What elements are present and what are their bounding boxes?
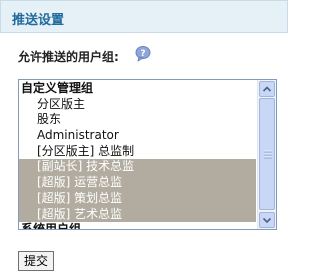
option-group-label: 自定义管理组	[21, 81, 94, 95]
listbox-option[interactable]: 股东	[19, 112, 256, 128]
listbox-option[interactable]: 分区版主	[19, 97, 256, 113]
submit-button[interactable]: 提交	[18, 251, 54, 271]
scroll-thumb[interactable]	[259, 98, 275, 210]
chevron-down-icon	[262, 217, 272, 224]
settings-header: 推送设置	[0, 0, 288, 33]
listbox-option[interactable]: [分区版主] 总监制	[19, 144, 256, 160]
usergroup-field-label: 允许推送的用户组:	[18, 50, 119, 64]
listbox-option[interactable]: [超版] 策划总监	[19, 190, 256, 207]
listbox-option[interactable]: Administrator	[19, 128, 256, 144]
usergroup-options: 自定义管理组分区版主 股东 Administrator [分区版主] 总监制 [副站长]…	[19, 81, 256, 230]
scroll-grip-icon	[264, 150, 272, 159]
listbox-option[interactable]: [超版] 运营总监	[19, 175, 256, 191]
settings-title: 推送设置	[12, 13, 65, 28]
help-bubble-icon[interactable]: ?	[133, 45, 153, 62]
option-group-label: 系统用户组	[21, 222, 82, 230]
scroll-up-button[interactable]	[259, 81, 275, 97]
listbox-option[interactable]: [副站长] 技术总监	[19, 159, 256, 176]
listbox-scrollbar[interactable]	[257, 80, 276, 229]
listbox-option[interactable]: [超版] 艺术总监	[19, 206, 256, 223]
scroll-down-button[interactable]	[259, 212, 275, 228]
chevron-up-icon	[262, 86, 272, 92]
usergroup-multiselect[interactable]: 自定义管理组分区版主 股东 Administrator [分区版主] 总监制 [副站长]…	[18, 79, 277, 230]
svg-text:?: ?	[140, 49, 145, 59]
